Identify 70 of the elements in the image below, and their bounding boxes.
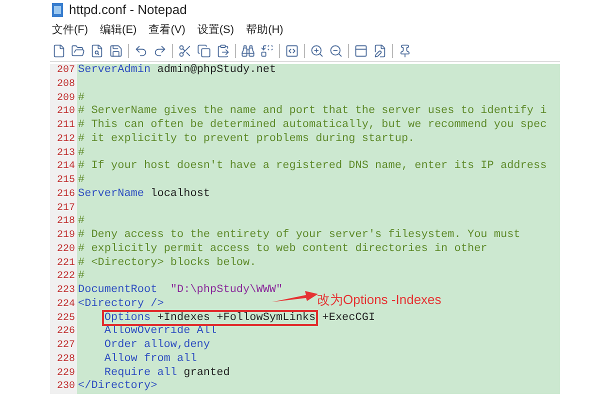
code-line: # This can often be determined automatically, but we recommend you spec: [78, 119, 547, 131]
highlighted-code: Options +Indexes +FollowSymLinks: [104, 312, 316, 324]
line-number: 219: [56, 229, 75, 243]
code-line: #: [78, 215, 85, 228]
code-line: +ExecCGI: [321, 312, 376, 324]
line-number: 224: [56, 298, 75, 312]
line-number: 220: [56, 242, 75, 256]
line-number: 215: [56, 174, 75, 188]
line-number: 228: [56, 352, 75, 366]
line-number: 209: [56, 92, 75, 106]
line-number: 207: [56, 64, 75, 78]
line-number: 213: [56, 146, 75, 160]
save-icon[interactable]: [109, 44, 123, 58]
line-number: 211: [56, 119, 75, 133]
code-line: #: [78, 270, 85, 282]
line-number: 230: [56, 380, 75, 394]
line-number: 221: [56, 256, 75, 270]
line-number: 222: [56, 270, 75, 284]
find-icon[interactable]: [241, 44, 255, 58]
line-number: 208: [56, 78, 75, 92]
menu-item[interactable]: 设置(S): [197, 22, 234, 38]
code-line: Order allow,deny: [104, 339, 210, 351]
line-number: 217: [56, 202, 75, 216]
line-number: 218: [56, 215, 75, 229]
menu-item[interactable]: 编辑(E): [100, 22, 137, 38]
window-title: httpd.conf - Notepad: [69, 1, 187, 20]
line-number: 216: [56, 188, 75, 202]
code-line: #: [78, 92, 85, 104]
line-number: 226: [56, 325, 75, 339]
menu-item[interactable]: 文件(F): [52, 22, 88, 38]
folder-icon[interactable]: [71, 44, 85, 58]
app-icon: [52, 3, 63, 17]
code-line: # Deny access to the entirety of your server's filesystem. You must: [78, 229, 520, 241]
annotation-text: 改为Options -Indexes: [317, 291, 442, 309]
edit-icon[interactable]: [373, 44, 387, 58]
code-line: ServerAdmin admin@phpStudy.net: [78, 64, 276, 76]
pin-icon[interactable]: [398, 44, 412, 58]
undo-icon[interactable]: [134, 44, 148, 58]
line-number: 225: [56, 312, 75, 326]
code-line: # If your host doesn't have a registered DNS name, enter its IP address: [78, 160, 547, 172]
browse-icon[interactable]: [90, 44, 104, 58]
zoom-in-icon[interactable]: [310, 44, 324, 58]
line-number: 229: [56, 366, 75, 380]
code-line: <Directory />: [78, 298, 164, 310]
zoom-out-icon[interactable]: [329, 44, 343, 58]
code-line: # ServerName gives the name and port that the server uses to identify i: [78, 105, 547, 118]
menu-item[interactable]: 查看(V): [148, 22, 186, 38]
code-line: # <Directory> blocks below.: [78, 256, 256, 268]
panel-icon[interactable]: [354, 44, 368, 58]
code-line: #: [78, 174, 85, 186]
code-line: # it explicitly to prevent problems during startup.: [78, 132, 415, 145]
code-line: Allow from all: [104, 352, 197, 365]
code-line: # explicitly permit access to web content directories in other: [78, 242, 488, 255]
line-number: 210: [56, 105, 75, 119]
line-number: 227: [56, 339, 75, 353]
code-line: Require all granted: [104, 366, 230, 378]
new-file-icon[interactable]: [52, 44, 66, 58]
paste-icon[interactable]: [216, 44, 230, 58]
replace-icon[interactable]: [260, 44, 274, 58]
code-line: DocumentRoot "D:\phpStudy\WWW": [78, 284, 283, 296]
code-line: </Directory>: [78, 380, 158, 392]
code-line: ServerName localhost: [78, 188, 210, 200]
line-number: 212: [56, 132, 75, 146]
menu-item[interactable]: 帮助(H): [246, 22, 284, 38]
copy-icon[interactable]: [197, 44, 211, 58]
code-line: #: [78, 146, 85, 158]
cut-icon[interactable]: [178, 44, 192, 58]
redo-icon[interactable]: [153, 44, 167, 58]
line-number: 214: [56, 160, 75, 174]
line-number: 223: [56, 284, 75, 298]
